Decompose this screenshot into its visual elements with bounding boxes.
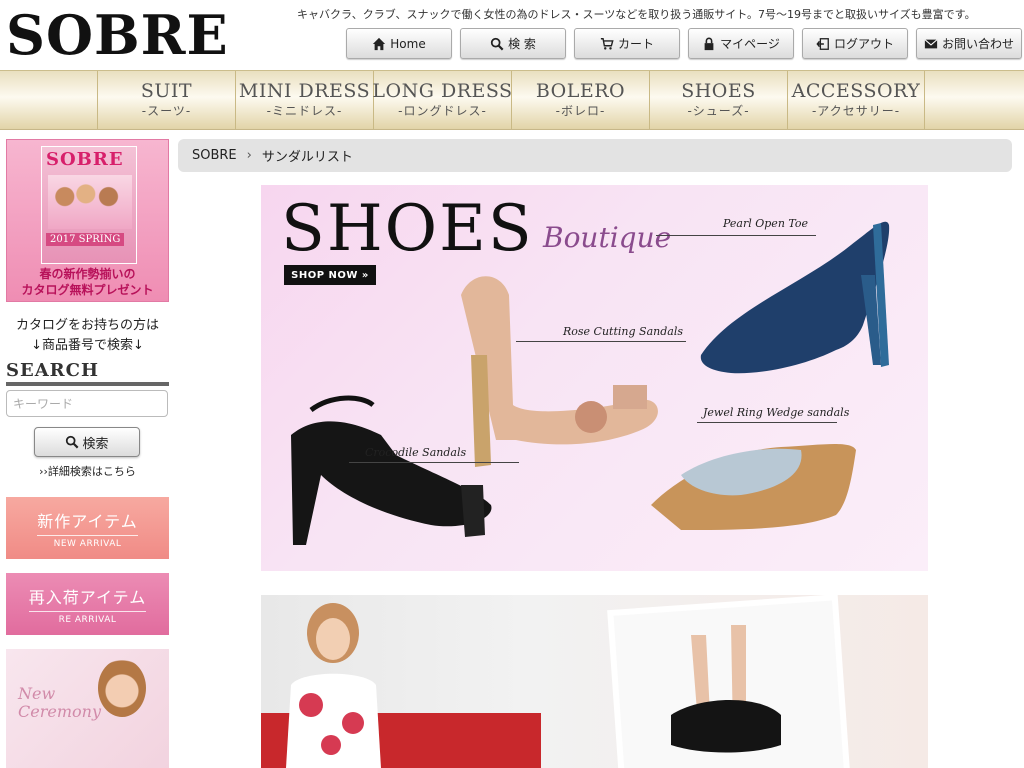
re-arrival-jp: 再入荷アイテム (28, 584, 147, 612)
catalog-models-image (48, 175, 132, 229)
search-submit-label: 検索 (82, 436, 109, 452)
category-shoes-en: SHOES (681, 80, 756, 102)
model-photo-image (261, 595, 851, 768)
category-suit-en: SUIT (140, 80, 193, 102)
contact-button-label: お問い合わせ (941, 37, 1014, 51)
catalog-caption: 春の新作勢揃いの カタログ無料プレゼント (7, 266, 168, 298)
cart-icon (600, 37, 614, 50)
model-photo-banner[interactable] (261, 595, 928, 768)
cart-button-label: カート (617, 37, 654, 51)
category-bolero-en: BOLERO (535, 80, 626, 102)
label-line-rose (516, 341, 686, 342)
catalog-search-note-line1: カタログをお持ちの方は (15, 318, 159, 333)
search-nav-label: 検 索 (508, 37, 536, 51)
top-navigation: Home 検 索 カート マイページ ログアウト お問い合わせ (346, 28, 1022, 59)
contact-button[interactable]: お問い合わせ (916, 28, 1022, 59)
jewel-ring-wedge-sandal (651, 443, 856, 530)
re-arrival-en: RE ARRIVAL (58, 614, 117, 625)
category-mini-dress[interactable]: MINI DRESS -ミニドレス- (235, 71, 373, 129)
mypage-button[interactable]: マイページ (688, 28, 794, 59)
shop-now-button[interactable]: SHOP NOW » (284, 265, 376, 285)
lock-icon (704, 37, 714, 50)
search-icon (66, 435, 79, 449)
category-list: SUIT -スーツ- MINI DRESS -ミニドレス- LONG DRESS… (97, 71, 925, 129)
category-suit-jp: -スーツ- (141, 104, 192, 118)
catalog-caption-line2: カタログ無料プレゼント (21, 283, 154, 297)
crocodile-sandal (291, 395, 492, 545)
logout-icon (816, 37, 829, 50)
re-arrival-banner[interactable]: 再入荷アイテム RE ARRIVAL (6, 573, 169, 635)
home-button-label: Home (390, 36, 426, 51)
logout-button[interactable]: ログアウト (802, 28, 908, 59)
ceremony-title: New Ceremony (18, 685, 101, 721)
pearl-open-toe-shoe (700, 221, 890, 374)
category-bolero[interactable]: BOLERO -ボレロ- (511, 71, 649, 129)
search-icon (490, 37, 504, 50)
catalog-caption-line1: 春の新作勢揃いの (39, 267, 136, 281)
cart-button[interactable]: カート (574, 28, 680, 59)
ceremony-banner[interactable]: New Ceremony (6, 649, 169, 768)
search-heading: SEARCH (6, 360, 169, 386)
breadcrumb-current: サンダルリスト (261, 150, 353, 165)
category-long-dress-jp: -ロングドレス- (398, 104, 487, 118)
new-arrival-en: NEW ARRIVAL (53, 538, 122, 549)
catalog-search-note-line2: ↓商品番号で検索↓ (31, 338, 144, 353)
ceremony-model-image (98, 659, 146, 717)
site-header: SOBRE キャバクラ、クラブ、スナックで働く女性の為のドレス・スーツなどを取り… (0, 0, 1024, 70)
label-line-crocodile (349, 462, 519, 463)
label-rose-cutting: Rose Cutting Sandals (563, 325, 683, 338)
site-logo[interactable]: SOBRE (6, 4, 229, 66)
keyword-search-input[interactable] (6, 390, 168, 417)
advanced-search-link[interactable]: ››詳細検索はこちら (6, 463, 169, 479)
home-icon (373, 37, 386, 50)
category-mini-dress-jp: -ミニドレス- (266, 104, 343, 118)
category-long-dress-en: LONG DRESS (372, 80, 513, 102)
ceremony-title-line2: Ceremony (18, 702, 101, 721)
category-accessory[interactable]: ACCESSORY -アクセサリー- (787, 71, 925, 129)
label-jewel-ring: Jewel Ring Wedge sandals (703, 406, 850, 419)
site-tagline: キャバクラ、クラブ、スナックで働く女性の為のドレス・スーツなどを取り扱う通販サイ… (297, 8, 976, 21)
sidebar: SOBRE 2017 SPRING 春の新作勢揃いの カタログ無料プレゼント カ… (6, 139, 169, 768)
catalog-banner[interactable]: SOBRE 2017 SPRING 春の新作勢揃いの カタログ無料プレゼント (6, 139, 169, 302)
category-bolero-jp: -ボレロ- (555, 104, 606, 118)
category-accessory-en: ACCESSORY (791, 80, 921, 102)
rose-cutting-sandal (461, 276, 658, 467)
catalog-season: 2017 SPRING (46, 233, 125, 246)
mypage-button-label: マイページ (720, 37, 780, 51)
label-pearl-open-toe: Pearl Open Toe (723, 217, 809, 230)
search-submit-button[interactable]: 検索 (34, 427, 140, 457)
hero-subtitle: Boutique (543, 221, 672, 254)
breadcrumb-home[interactable]: SOBRE (192, 148, 237, 163)
chevron-right-icon: › (246, 148, 252, 163)
category-suit[interactable]: SUIT -スーツ- (97, 71, 235, 129)
category-shoes-jp: -シューズ- (687, 104, 750, 118)
search-nav-button[interactable]: 検 索 (460, 28, 566, 59)
category-long-dress[interactable]: LONG DRESS -ロングドレス- (372, 71, 513, 129)
new-arrival-jp: 新作アイテム (37, 508, 138, 536)
catalog-cover: SOBRE 2017 SPRING (41, 146, 137, 264)
label-line-pearl (656, 235, 816, 236)
ceremony-title-line1: New (18, 684, 56, 703)
catalog-cover-title: SOBRE (46, 149, 124, 170)
label-crocodile: Crocodile Sandals (365, 446, 467, 459)
shoes-boutique-banner[interactable]: SHOES Boutique SHOP NOW » Pearl Open Toe… (261, 185, 928, 571)
category-shoes[interactable]: SHOES -シューズ- (649, 71, 787, 129)
logout-button-label: ログアウト (833, 37, 894, 51)
new-arrival-banner[interactable]: 新作アイテム NEW ARRIVAL (6, 497, 169, 559)
home-button[interactable]: Home (346, 28, 452, 59)
category-bar: SUIT -スーツ- MINI DRESS -ミニドレス- LONG DRESS… (0, 70, 1024, 130)
category-accessory-jp: -アクセサリー- (811, 104, 901, 118)
breadcrumb: SOBRE › サンダルリスト (178, 139, 1012, 172)
hero-title: SHOES (281, 192, 534, 266)
mail-icon (924, 38, 938, 48)
label-line-jewel (697, 422, 837, 423)
catalog-search-note: カタログをお持ちの方は ↓商品番号で検索↓ (6, 316, 169, 356)
category-mini-dress-en: MINI DRESS (238, 80, 371, 102)
